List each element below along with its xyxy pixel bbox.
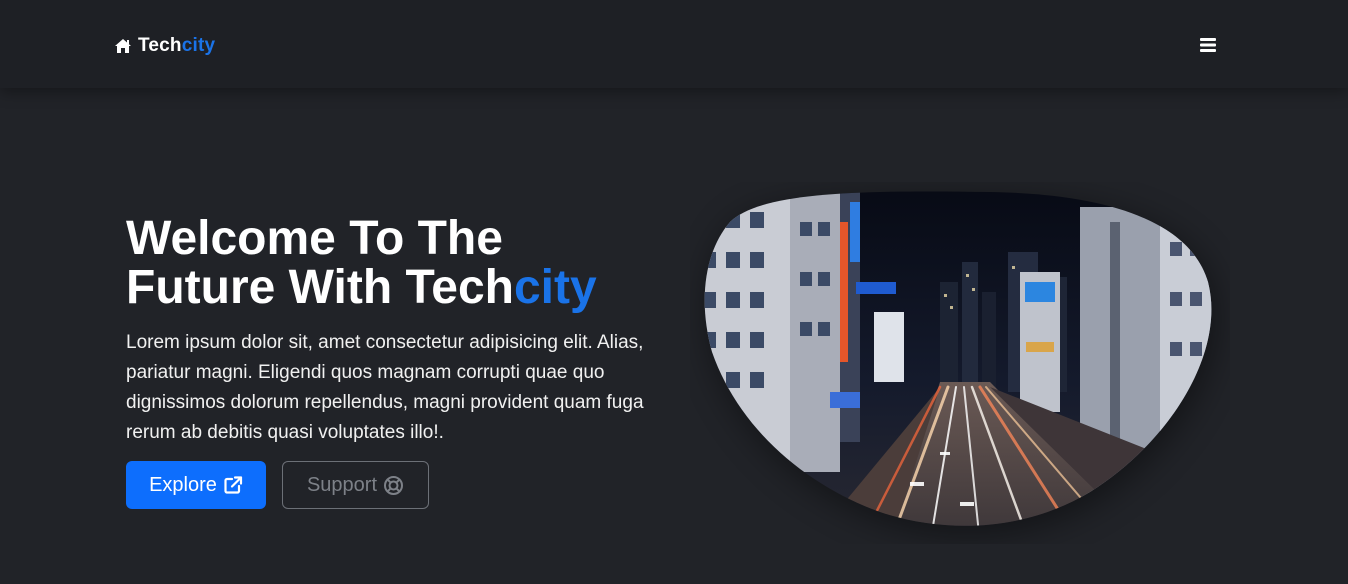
navbar: Techcity (0, 0, 1348, 88)
support-label: Support (306, 473, 378, 496)
life-ring-icon (384, 475, 404, 495)
explore-button[interactable]: Explore (126, 461, 266, 509)
city-night-street-image (704, 191, 1216, 534)
hero-title-accent: city (513, 261, 597, 314)
explore-label: Explore (149, 473, 217, 496)
support-button[interactable]: Support (282, 461, 429, 509)
hamburger-menu-icon[interactable] (1196, 34, 1220, 56)
brand-logo-link[interactable]: Techcity (114, 35, 215, 57)
brand-accent: city (181, 35, 216, 56)
hero-title: Welcome To The Future With Techcity (126, 214, 686, 312)
brand-prefix: Tech (138, 35, 182, 56)
hero-description: Lorem ipsum dolor sit, amet consectetur … (126, 332, 644, 443)
brand-name: Techcity (138, 35, 215, 57)
hero-title-line1: Welcome To The (126, 212, 503, 265)
home-icon (115, 39, 131, 53)
hero-title-line2: Future With Tech (126, 261, 514, 314)
external-link-icon (224, 476, 243, 494)
